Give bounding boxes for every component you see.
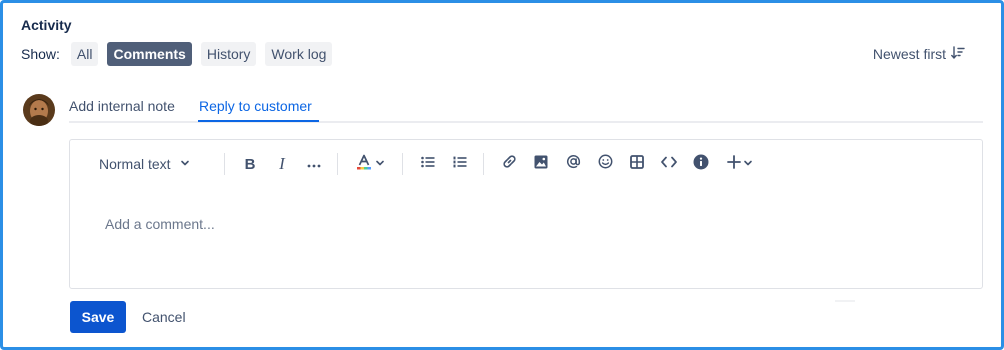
more-formatting-button[interactable] [304, 152, 324, 176]
sort-order-button[interactable]: Newest first [873, 42, 965, 66]
info-panel-button[interactable] [691, 152, 711, 176]
table-button[interactable] [627, 152, 647, 176]
bold-icon: B [244, 155, 256, 173]
user-avatar [23, 94, 55, 126]
image-button[interactable] [531, 152, 551, 176]
comment-editor[interactable]: Normal text B I Add a comment... [69, 139, 983, 289]
text-style-label: Normal text [99, 156, 171, 172]
activity-panel: Activity Show: All Comments History Work… [0, 0, 1004, 350]
emoji-icon [598, 154, 613, 174]
insert-plus-icon [727, 154, 741, 174]
mention-button[interactable] [563, 152, 583, 176]
sort-descending-icon [946, 45, 965, 63]
italic-icon: I [279, 154, 285, 173]
numbered-list-icon [453, 155, 467, 173]
mention-icon [566, 154, 581, 174]
filter-comments-button[interactable]: Comments [107, 42, 192, 66]
save-button[interactable]: Save [70, 301, 126, 333]
activity-heading: Activity [21, 17, 72, 33]
filter-all-button[interactable]: All [70, 42, 99, 66]
link-button[interactable] [499, 152, 519, 176]
image-icon [534, 155, 548, 174]
emoji-button[interactable] [595, 152, 615, 176]
code-button[interactable] [659, 152, 679, 176]
cancel-button[interactable]: Cancel [134, 301, 194, 333]
show-label: Show: [21, 46, 60, 62]
text-color-button[interactable] [353, 152, 387, 176]
text-color-icon [356, 154, 372, 175]
chevron-down-icon [180, 155, 190, 173]
insert-more-button[interactable] [725, 152, 755, 176]
bullet-list-button[interactable] [418, 152, 438, 176]
numbered-list-button[interactable] [450, 152, 470, 176]
chevron-down-icon [743, 155, 753, 173]
bullet-list-icon [421, 155, 435, 173]
toolbar-divider [224, 153, 225, 175]
filter-worklog-button[interactable]: Work log [265, 42, 333, 66]
toolbar-divider [483, 153, 484, 175]
active-tab-indicator [198, 120, 319, 122]
tab-reply-to-customer[interactable]: Reply to customer [198, 98, 313, 122]
bold-button[interactable]: B [240, 152, 260, 176]
toolbar-divider [402, 153, 403, 175]
activity-filter-bar: Show: All Comments History Work log [21, 42, 341, 66]
divider [835, 300, 855, 302]
toolbar-divider [337, 153, 338, 175]
text-style-dropdown[interactable]: Normal text [99, 152, 190, 176]
code-icon [661, 155, 677, 173]
filter-history-button[interactable]: History [200, 42, 257, 66]
tab-add-internal-note[interactable]: Add internal note [69, 98, 175, 122]
comment-type-tabs: Add internal note Reply to customer [69, 95, 983, 123]
link-icon [502, 154, 517, 174]
comment-input-placeholder[interactable]: Add a comment... [105, 216, 215, 232]
sort-order-label: Newest first [872, 46, 946, 62]
table-icon [630, 154, 644, 174]
editor-toolbar: Normal text B I [70, 152, 982, 176]
chevron-down-icon [375, 155, 385, 173]
more-formatting-icon [307, 155, 321, 173]
info-icon [693, 154, 709, 175]
italic-button[interactable]: I [272, 152, 292, 176]
